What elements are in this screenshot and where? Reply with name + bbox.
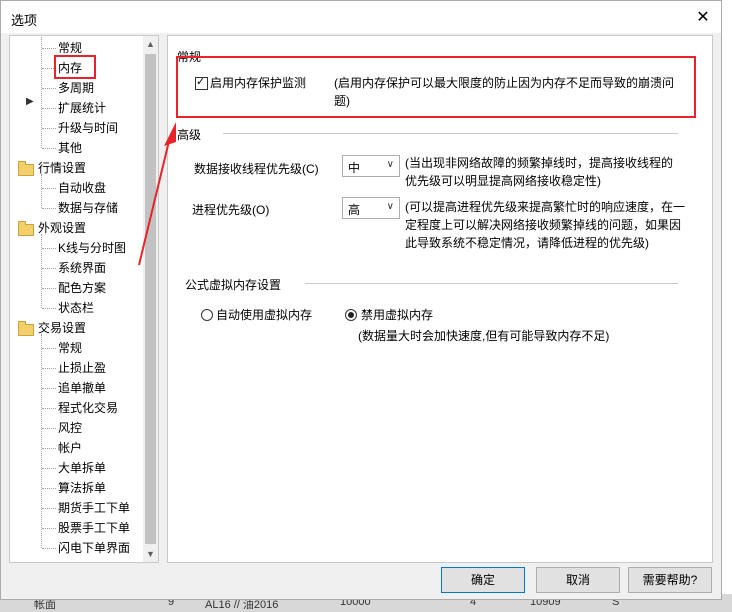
options-dialog: 选项 ✕ 常规 内存 多周期 扩展统计 升级与时间 其他 行情设置 自动收盘 数据与存储 外观设置… (0, 0, 722, 600)
tree-connector (42, 448, 56, 449)
tree-item[interactable]: 追单撤单 (58, 378, 106, 398)
recv-priority-value: 中 (348, 161, 361, 175)
tree-connector (42, 468, 56, 469)
tree-item[interactable]: 数据与存储 (58, 198, 118, 218)
settings-panel: 常规 启用内存保护监测 (启用内存保护可以最大限度的防止因为内存不足而导致的崩溃… (167, 35, 713, 563)
process-priority-desc-2: 定程度上可以解决网络接收频繁掉线的问题，如果因 (405, 218, 682, 232)
folder-icon (18, 221, 34, 236)
tree-connector (42, 128, 56, 129)
memory-protect-label[interactable]: 启用内存保护监测 (210, 74, 306, 92)
scroll-up-icon[interactable]: ▲ (143, 36, 158, 52)
tree-connector-vertical (41, 234, 42, 308)
tree-connector (42, 528, 56, 529)
process-priority-desc-3: 此导致系统不稳定情况，请降低进程的优先级) (405, 236, 649, 250)
tree-item[interactable]: 帐户 (58, 438, 82, 458)
process-priority-label: 进程优先级(O) (192, 203, 270, 217)
tree-item[interactable]: 配色方案 (58, 278, 106, 298)
close-icon[interactable]: ✕ (693, 7, 713, 27)
tree-connector (42, 308, 56, 309)
tree-connector-vertical (41, 36, 42, 148)
recv-priority-label: 数据接收线程优先级(C) (194, 162, 319, 176)
tree-item[interactable]: K线与分时图 (58, 238, 126, 258)
cancel-button[interactable]: 取消 (536, 567, 620, 593)
recv-priority-desc-1: (当出现非网络故障的频繁掉线时，提高接收线程的 (405, 156, 673, 170)
process-priority-value: 高 (348, 203, 361, 217)
dialog-title: 选项 (11, 13, 38, 28)
tree-item[interactable]: 系统界面 (58, 258, 106, 278)
tree-connector (42, 548, 56, 549)
tree-connector (42, 388, 56, 389)
tree-item[interactable]: 程式化交易 (58, 398, 118, 418)
tree-connector-vertical (41, 174, 42, 208)
tree-group[interactable]: 交易设置 (38, 318, 86, 338)
tree-scrollbar[interactable]: ▲ ▼ (143, 36, 158, 562)
chevron-down-icon: ∨ (386, 159, 394, 170)
recv-priority-desc-2: 优先级可以明显提高网络接收稳定性) (405, 174, 601, 188)
tree-item[interactable]: 其他 (58, 138, 82, 158)
virtual-memory-section-title: 公式虚拟内存设置 (185, 278, 282, 292)
tree-connector (42, 408, 56, 409)
tree-item[interactable]: 股票手工下单 (58, 518, 130, 538)
tree-connector (42, 508, 56, 509)
background-app-right-strip (722, 0, 732, 612)
tree-connector (42, 88, 56, 89)
tree-item[interactable]: 算法拆单 (58, 478, 106, 498)
virtual-memory-desc: (数据量大时会加快速度,但有可能导致内存不足) (358, 329, 610, 343)
recv-priority-select[interactable]: 中 ∨ (342, 155, 400, 177)
ok-button[interactable]: 确定 (441, 567, 525, 593)
tree-item[interactable]: 风控 (58, 418, 82, 438)
chevron-down-icon: ∨ (386, 201, 394, 212)
tree-connector (42, 108, 56, 109)
memory-protect-desc-1: (启用内存保护可以最大限度的防止因为内存不足而导致的崩溃问 (334, 76, 674, 90)
tree-connector (42, 268, 56, 269)
tree-connector (42, 248, 56, 249)
tree-connector (42, 348, 56, 349)
title-bar: 选项 ✕ (1, 1, 721, 33)
folder-icon (18, 321, 34, 336)
options-tree: 常规 内存 多周期 扩展统计 升级与时间 其他 行情设置 自动收盘 数据与存储 外观设置 K线与分时… (9, 35, 159, 563)
auto-virtual-memory-radio[interactable] (201, 309, 213, 321)
auto-virtual-memory-label[interactable]: 自动使用虚拟内存 (216, 306, 312, 324)
tree-item[interactable]: 常规 (58, 338, 82, 358)
tree-item[interactable]: 多周期 (58, 78, 94, 98)
advanced-divider (223, 133, 678, 134)
tree-connector (42, 148, 56, 149)
help-button[interactable]: 需要帮助? (628, 567, 712, 593)
tree-item[interactable]: 自动收盘 (58, 178, 106, 198)
advanced-section-title: 高级 (177, 128, 202, 142)
tree-item[interactable]: 状态栏 (58, 298, 94, 318)
scroll-thumb[interactable] (145, 54, 156, 544)
tree-connector (42, 188, 56, 189)
tree-item[interactable]: 扩展统计 (58, 98, 106, 118)
tree-connector (42, 488, 56, 489)
tree-group[interactable]: 行情设置 (38, 158, 86, 178)
tree-connector (42, 288, 56, 289)
tree-item[interactable]: 闪电下单界面 (58, 538, 130, 558)
tree-item[interactable]: 大单拆单 (58, 458, 106, 478)
virtual-memory-divider (305, 283, 678, 284)
tree-connector (42, 48, 56, 49)
disable-virtual-memory-radio[interactable] (345, 309, 357, 321)
process-priority-select[interactable]: 高 ∨ (342, 197, 400, 219)
tree-items: 常规 内存 多周期 扩展统计 升级与时间 其他 行情设置 自动收盘 数据与存储 外观设置 K线与分时… (10, 36, 144, 562)
memory-protect-checkbox[interactable] (195, 75, 208, 90)
folder-icon (18, 161, 34, 176)
process-priority-desc-1: (可以提高进程优先级来提高繁忙时的响应速度，在一 (405, 200, 685, 214)
tree-item[interactable]: 止损止盈 (58, 358, 106, 378)
tree-item[interactable]: 升级与时间 (58, 118, 118, 138)
tree-connector (42, 368, 56, 369)
tree-connector (42, 208, 56, 209)
memory-protect-desc-2: 题) (334, 94, 350, 108)
tree-group[interactable]: 外观设置 (38, 218, 86, 238)
disable-virtual-memory-label[interactable]: 禁用虚拟内存 (361, 306, 433, 324)
highlight-box-memory (54, 55, 96, 79)
tree-connector-vertical (41, 334, 42, 548)
tree-item[interactable]: 期货手工下单 (58, 498, 130, 518)
scroll-down-icon[interactable]: ▼ (143, 546, 158, 562)
expand-arrow-icon: ▶ (26, 96, 34, 107)
tree-connector (42, 428, 56, 429)
